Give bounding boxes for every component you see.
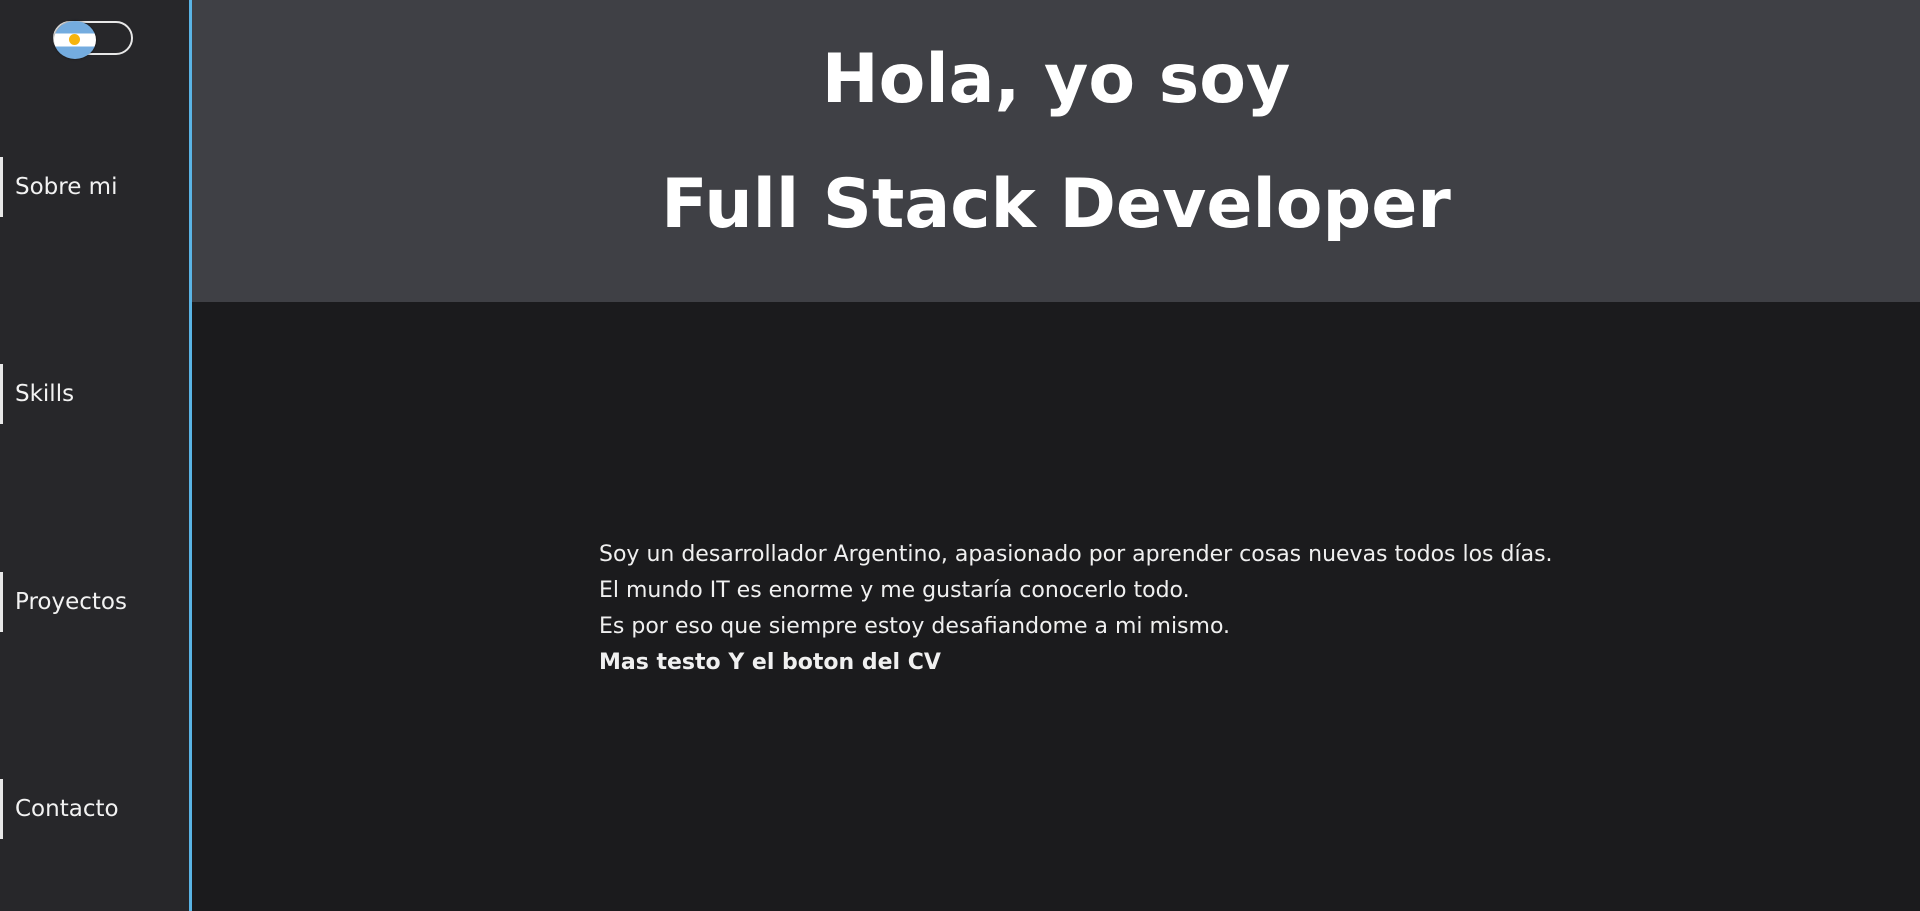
sun-of-may-icon xyxy=(69,34,80,45)
argentina-flag-icon xyxy=(54,21,96,59)
sidebar-item-label: Sobre mi xyxy=(15,174,118,200)
sidebar-item-contacto[interactable]: Contacto xyxy=(0,779,186,839)
sidebar: Sobre mi Skills Proyectos Contacto xyxy=(0,0,192,911)
about-highlight: Mas testo Y el boton del CV xyxy=(599,650,941,675)
sidebar-item-proyectos[interactable]: Proyectos xyxy=(0,572,186,632)
about-line-2: El mundo IT es enorme y me gustaría cono… xyxy=(599,578,1190,603)
sidebar-item-sobre-mi[interactable]: Sobre mi xyxy=(0,157,186,217)
sidebar-item-label: Skills xyxy=(15,381,75,407)
sidebar-item-label: Proyectos xyxy=(15,589,127,615)
language-toggle[interactable] xyxy=(53,21,133,59)
about-text: Soy un desarrollador Argentino, apasiona… xyxy=(599,537,1699,681)
sidebar-item-label: Contacto xyxy=(15,796,119,822)
page: Sobre mi Skills Proyectos Contacto Hola,… xyxy=(0,0,1920,911)
about-line-3: Es por eso que siempre estoy desafiandom… xyxy=(599,614,1231,639)
sidebar-item-skills[interactable]: Skills xyxy=(0,364,186,424)
about-line-1: Soy un desarrollador Argentino, apasiona… xyxy=(599,542,1553,567)
hero-greeting: Hola, yo soy xyxy=(821,40,1291,119)
hero-header: Hola, yo soy Full Stack Developer xyxy=(192,0,1920,302)
hero-role-title: Full Stack Developer xyxy=(661,165,1451,244)
